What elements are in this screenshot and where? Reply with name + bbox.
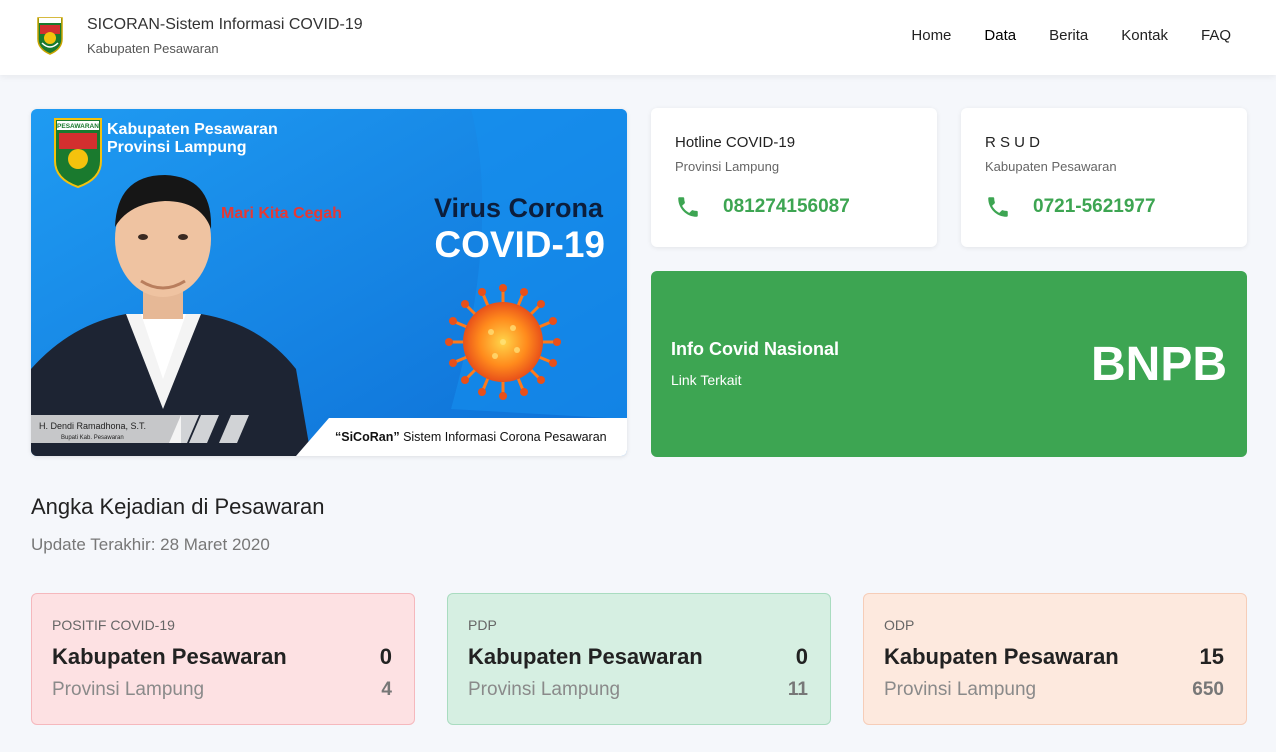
rsud-title: R S U D xyxy=(985,134,1041,151)
hotline-number[interactable]: 081274156087 xyxy=(723,196,850,218)
stat-row-value: 0 xyxy=(379,644,392,669)
stat-row-value: 650 xyxy=(1192,679,1224,700)
nav-home[interactable]: Home xyxy=(911,27,951,44)
hotline-title: Hotline COVID-19 xyxy=(675,134,796,151)
pesawaran-seal-icon: PESAWARAN xyxy=(54,118,102,189)
stat-row-label: Provinsi Lampung xyxy=(884,679,1037,700)
bnpb-label: BNPB xyxy=(1090,338,1227,391)
section-title: Angka Kejadian di Pesawaran xyxy=(31,494,325,519)
stat-row-provinsi: Provinsi Lampung 650 xyxy=(884,679,1224,701)
stat-card-pdp: PDP Kabupaten Pesawaran 0 Provinsi Lampu… xyxy=(447,593,831,725)
stat-row-kabupaten: Kabupaten Pesawaran 0 xyxy=(52,644,392,670)
nav-berita[interactable]: Berita xyxy=(1049,27,1088,44)
stat-label: POSITIF COVID-19 xyxy=(52,617,175,633)
phone-icon xyxy=(988,197,1008,217)
seal-text: PESAWARAN xyxy=(57,123,99,130)
person-role: Bupati Kab. Pesawaran xyxy=(61,435,124,441)
rsud-card[interactable]: R S U D Kabupaten Pesawaran 0721-5621977 xyxy=(961,108,1247,247)
stat-row-provinsi: Provinsi Lampung 11 xyxy=(468,679,808,701)
navbar: SICORAN-Sistem Informasi COVID-19 Kabupa… xyxy=(0,0,1276,75)
banner-tagline-red: Mari Kita Cegah xyxy=(221,205,342,222)
banner-headline: COVID-19 xyxy=(434,224,605,265)
stat-row-label: Kabupaten Pesawaran xyxy=(884,644,1119,669)
banner-line2: Provinsi Lampung xyxy=(107,139,247,156)
banner-footer-text: Sistem Informasi Corona Pesawaran xyxy=(400,430,607,444)
person-name: H. Dendi Ramadhona, S.T. xyxy=(39,421,146,431)
stat-row-label: Kabupaten Pesawaran xyxy=(52,644,287,669)
stat-card-positif: POSITIF COVID-19 Kabupaten Pesawaran 0 P… xyxy=(31,593,415,725)
main-nav: Home Data Berita Kontak FAQ xyxy=(911,27,1231,44)
coronavirus-icon xyxy=(445,284,561,400)
stat-row-label: Kabupaten Pesawaran xyxy=(468,644,703,669)
stat-row-kabupaten: Kabupaten Pesawaran 0 xyxy=(468,644,808,670)
hotline-card[interactable]: Hotline COVID-19 Provinsi Lampung 081274… xyxy=(651,108,937,247)
banner-image: PESAWARAN Kabupaten Pesawaran Provinsi L… xyxy=(31,109,627,456)
nav-faq[interactable]: FAQ xyxy=(1201,27,1231,44)
bnpb-subtitle: Link Terkait xyxy=(671,372,742,388)
svg-text:“SiCoRan” Sistem Informasi Cor: “SiCoRan” Sistem Informasi Corona Pesawa… xyxy=(335,430,607,444)
stat-row-kabupaten: Kabupaten Pesawaran 15 xyxy=(884,644,1224,670)
rsud-subtitle: Kabupaten Pesawaran xyxy=(985,159,1117,174)
stat-row-value: 4 xyxy=(381,679,392,700)
hotline-subtitle: Provinsi Lampung xyxy=(675,159,780,174)
last-update: Update Terakhir: 28 Maret 2020 xyxy=(31,535,270,554)
site-subtitle: Kabupaten Pesawaran xyxy=(87,41,219,56)
site-title[interactable]: SICORAN-Sistem Informasi COVID-19 xyxy=(87,16,363,34)
nav-data[interactable]: Data xyxy=(984,27,1016,44)
stat-label: ODP xyxy=(884,617,915,633)
banner-tagline-dark: Virus Corona xyxy=(434,193,604,223)
nav-kontak[interactable]: Kontak xyxy=(1121,27,1168,44)
bnpb-title: Info Covid Nasional xyxy=(671,339,840,359)
stat-row-value: 15 xyxy=(1199,644,1224,669)
stat-row-label: Provinsi Lampung xyxy=(468,679,621,700)
rsud-number[interactable]: 0721-5621977 xyxy=(1033,196,1156,218)
stat-row-provinsi: Provinsi Lampung 4 xyxy=(52,679,392,701)
stat-label: PDP xyxy=(468,617,497,633)
pesawaran-logo-icon[interactable] xyxy=(36,15,64,55)
stat-row-label: Provinsi Lampung xyxy=(52,679,205,700)
bnpb-link-card[interactable]: Info Covid Nasional Link Terkait BNPB xyxy=(651,271,1247,457)
banner-line1: Kabupaten Pesawaran xyxy=(107,121,278,138)
hero-banner: PESAWARAN Kabupaten Pesawaran Provinsi L… xyxy=(31,109,627,456)
stat-card-odp: ODP Kabupaten Pesawaran 15 Provinsi Lamp… xyxy=(863,593,1247,725)
stat-row-value: 0 xyxy=(795,644,808,669)
phone-icon xyxy=(678,197,698,217)
stat-row-value: 11 xyxy=(787,679,808,700)
banner-footer-name: “SiCoRan” xyxy=(335,430,400,444)
